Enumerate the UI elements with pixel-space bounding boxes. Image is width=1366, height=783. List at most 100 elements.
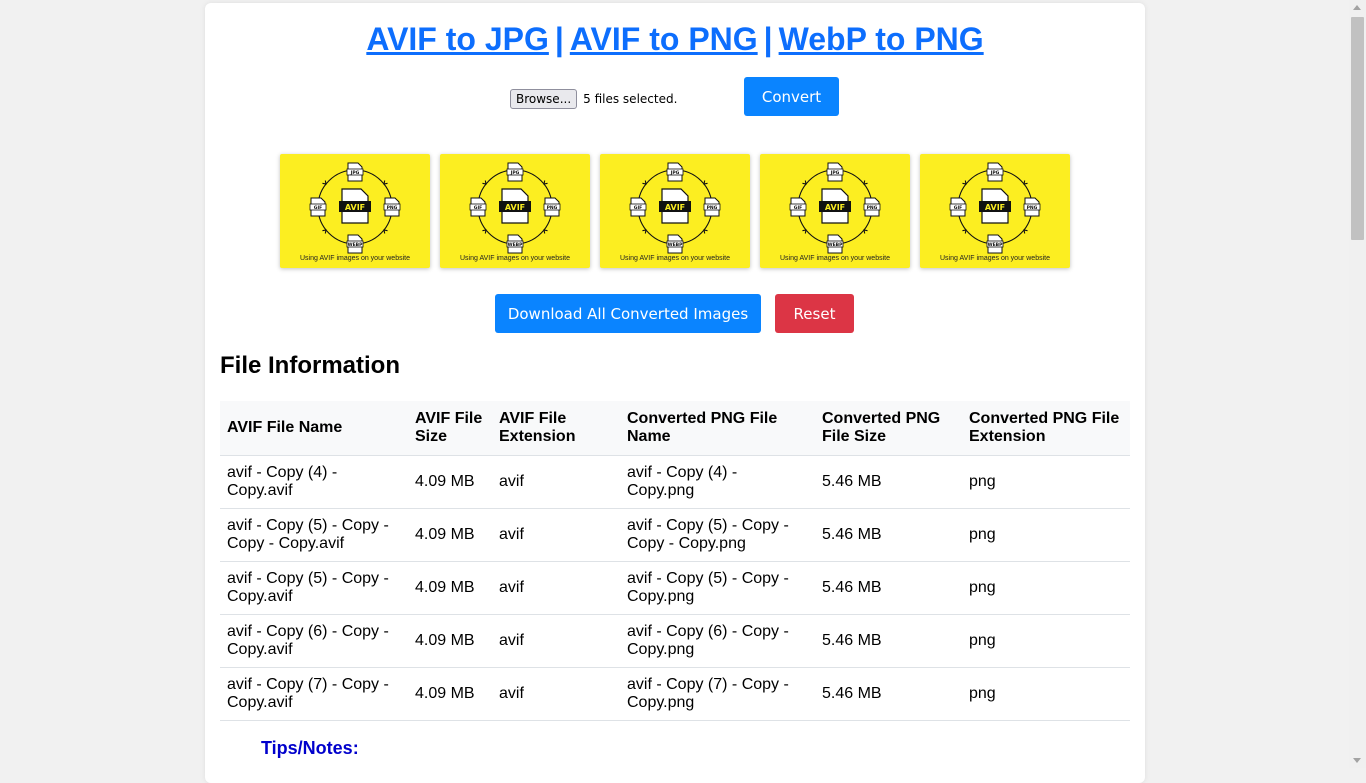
col-avif-file-name: AVIF File Name — [220, 401, 408, 456]
link-separator: | — [554, 21, 564, 57]
svg-text:WEBP: WEBP — [508, 242, 523, 248]
svg-text:PNG: PNG — [867, 205, 878, 211]
png-file-size-cell: 5.46 MB — [815, 614, 962, 668]
thumbnail-caption: Using AVIF images on your website — [300, 255, 410, 262]
png-file-extension-cell: png — [962, 667, 1130, 721]
png-file-size-cell: 5.46 MB — [815, 561, 962, 615]
avif-format-cycle-graphic: AVIF JPG PNG WEBP GIF — [629, 162, 721, 254]
col-png-file-size: Converted PNG File Size — [815, 401, 962, 456]
avif-file-size-cell: 4.09 MB — [408, 455, 492, 509]
svg-text:AVIF: AVIF — [825, 203, 845, 212]
reset-button[interactable]: Reset — [775, 294, 854, 333]
link-separator: | — [763, 21, 773, 57]
image-previews: AVIF JPG PNG WEBP GIF Using AVIF images on yo… — [280, 154, 1070, 268]
svg-text:WEBP: WEBP — [828, 242, 843, 248]
col-png-file-extension: Converted PNG File Extension — [962, 401, 1130, 456]
svg-text:JPG: JPG — [350, 170, 360, 176]
png-file-size-cell: 5.46 MB — [815, 508, 962, 562]
avif-file-size-cell: 4.09 MB — [408, 508, 492, 562]
table-row: avif - Copy (7) - Copy - Copy.avif 4.09 … — [220, 667, 1130, 721]
avif-file-name-cell: avif - Copy (5) - Copy - Copy.avif — [220, 561, 408, 615]
png-file-extension-cell: png — [962, 561, 1130, 615]
avif-image-thumbnail: AVIF JPG PNG WEBP GIF Using AVIF images on yo… — [280, 154, 430, 268]
file-upload-row: Browse... 5 files selected. — [510, 87, 677, 111]
thumbnail-caption: Using AVIF images on your website — [620, 255, 730, 262]
avif-file-extension-cell: avif — [492, 561, 620, 615]
svg-text:WEBP: WEBP — [348, 242, 363, 248]
png-file-name-cell: avif - Copy (5) - Copy - Copy.png — [620, 561, 815, 615]
table-row: avif - Copy (5) - Copy - Copy.avif 4.09 … — [220, 561, 1130, 615]
svg-text:JPG: JPG — [510, 170, 520, 176]
svg-text:WEBP: WEBP — [668, 242, 683, 248]
svg-text:PNG: PNG — [1027, 205, 1038, 211]
avif-to-png-link[interactable]: AVIF to PNG — [570, 21, 758, 57]
avif-file-name-cell: avif - Copy (5) - Copy - Copy - Copy.avi… — [220, 508, 408, 562]
table-row: avif - Copy (5) - Copy - Copy - Copy.avi… — [220, 508, 1130, 562]
avif-format-cycle-graphic: AVIF JPG PNG WEBP GIF — [949, 162, 1041, 254]
svg-text:WEBP: WEBP — [988, 242, 1003, 248]
avif-file-name-cell: avif - Copy (4) - Copy.avif — [220, 455, 408, 509]
file-selection-status: 5 files selected. — [583, 92, 678, 106]
avif-file-size-cell: 4.09 MB — [408, 667, 492, 721]
thumbnail-caption: Using AVIF images on your website — [460, 255, 570, 262]
png-file-size-cell: 5.46 MB — [815, 667, 962, 721]
svg-text:GIF: GIF — [954, 205, 962, 211]
avif-file-extension-cell: avif — [492, 508, 620, 562]
svg-text:JPG: JPG — [830, 170, 840, 176]
convert-button[interactable]: Convert — [744, 77, 839, 116]
svg-text:GIF: GIF — [634, 205, 642, 211]
png-file-extension-cell: png — [962, 455, 1130, 509]
png-file-name-cell: avif - Copy (4) - Copy.png — [620, 455, 815, 509]
png-file-name-cell: avif - Copy (7) - Copy - Copy.png — [620, 667, 815, 721]
svg-text:AVIF: AVIF — [665, 203, 685, 212]
table-row: avif - Copy (6) - Copy - Copy.avif 4.09 … — [220, 614, 1130, 668]
svg-text:PNG: PNG — [387, 205, 398, 211]
svg-text:AVIF: AVIF — [345, 203, 365, 212]
browse-button[interactable]: Browse... — [510, 89, 578, 109]
png-file-name-cell: avif - Copy (5) - Copy - Copy - Copy.png — [620, 508, 815, 562]
avif-file-name-cell: avif - Copy (6) - Copy - Copy.avif — [220, 614, 408, 668]
scrollbar-thumb[interactable] — [1351, 17, 1364, 240]
table-row: avif - Copy (4) - Copy.avif 4.09 MB avif… — [220, 455, 1130, 509]
avif-image-thumbnail: AVIF JPG PNG WEBP GIF Using AVIF images on yo… — [440, 154, 590, 268]
scroll-up-arrow-icon[interactable] — [1353, 5, 1361, 10]
avif-file-size-cell: 4.09 MB — [408, 614, 492, 668]
scroll-down-arrow-icon[interactable] — [1353, 758, 1361, 763]
svg-text:GIF: GIF — [794, 205, 802, 211]
webp-to-png-link[interactable]: WebP to PNG — [779, 21, 984, 57]
avif-image-thumbnail: AVIF JPG PNG WEBP GIF Using AVIF images on yo… — [920, 154, 1070, 268]
png-file-extension-cell: png — [962, 614, 1130, 668]
svg-text:GIF: GIF — [474, 205, 482, 211]
avif-file-extension-cell: avif — [492, 667, 620, 721]
avif-format-cycle-graphic: AVIF JPG PNG WEBP GIF — [789, 162, 881, 254]
avif-image-thumbnail: AVIF JPG PNG WEBP GIF Using AVIF images on yo… — [760, 154, 910, 268]
table-header-row: AVIF File Name AVIF File Size AVIF File … — [220, 401, 1130, 456]
svg-text:PNG: PNG — [547, 205, 558, 211]
col-avif-file-size: AVIF File Size — [408, 401, 492, 456]
file-information-table: AVIF File Name AVIF File Size AVIF File … — [220, 401, 1130, 721]
avif-format-cycle-graphic: AVIF JPG PNG WEBP GIF — [469, 162, 561, 254]
svg-text:JPG: JPG — [670, 170, 680, 176]
png-file-name-cell: avif - Copy (6) - Copy - Copy.png — [620, 614, 815, 668]
png-file-extension-cell: png — [962, 508, 1130, 562]
col-avif-file-extension: AVIF File Extension — [492, 401, 620, 456]
png-file-size-cell: 5.46 MB — [815, 455, 962, 509]
thumbnail-caption: Using AVIF images on your website — [940, 255, 1050, 262]
svg-text:AVIF: AVIF — [985, 203, 1005, 212]
avif-file-extension-cell: avif — [492, 614, 620, 668]
main-container: AVIF to JPG | AVIF to PNG | WebP to PNG Brow… — [205, 3, 1145, 783]
svg-text:AVIF: AVIF — [505, 203, 525, 212]
download-all-button[interactable]: Download All Converted Images — [495, 294, 761, 333]
thumbnail-caption: Using AVIF images on your website — [780, 255, 890, 262]
svg-text:GIF: GIF — [314, 205, 322, 211]
avif-to-jpg-link[interactable]: AVIF to JPG — [366, 21, 549, 57]
avif-image-thumbnail: AVIF JPG PNG WEBP GIF Using AVIF images on yo… — [600, 154, 750, 268]
converter-links: AVIF to JPG | AVIF to PNG | WebP to PNG — [205, 19, 1145, 59]
svg-text:JPG: JPG — [990, 170, 1000, 176]
page-scrollbar[interactable] — [1349, 0, 1366, 768]
avif-file-extension-cell: avif — [492, 455, 620, 509]
avif-file-size-cell: 4.09 MB — [408, 561, 492, 615]
avif-file-name-cell: avif - Copy (7) - Copy - Copy.avif — [220, 667, 408, 721]
tips-notes-heading: Tips/Notes: — [261, 738, 359, 758]
col-png-file-name: Converted PNG File Name — [620, 401, 815, 456]
